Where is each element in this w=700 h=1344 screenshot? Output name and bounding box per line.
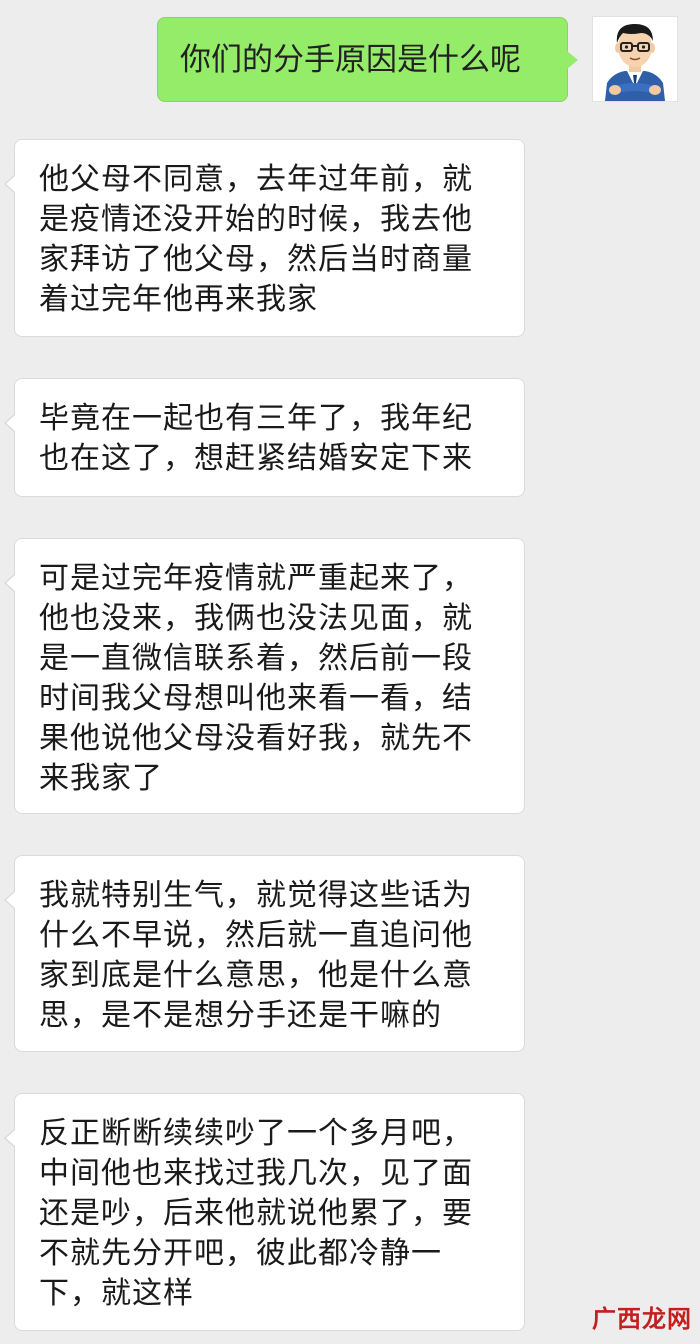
message-line: 是一直微信联系着，然后前一段 xyxy=(39,641,473,676)
message-line: 时间我父母想叫他来看一看，结 xyxy=(39,681,473,716)
message-line: 可是过完年疫情就严重起来了， xyxy=(39,561,473,596)
site-watermark: 广西龙网 xyxy=(592,1298,692,1334)
received-message-bubble[interactable]: 反正断断续续吵了一个多月吧， 中间他也来找过我几次，见了面 还是吵，后来他就说他… xyxy=(4,1093,525,1331)
message-line: 他父母不同意，去年过年前，就 xyxy=(39,162,473,197)
message-line: 他也没来，我俩也没法见面，就 xyxy=(39,601,473,636)
message-line: 我就特别生气，就觉得这些话为 xyxy=(39,878,473,913)
message-line: 思，是不是想分手还是干嘛的 xyxy=(39,998,442,1033)
received-message-bubble[interactable]: 可是过完年疫情就严重起来了， 他也没来，我俩也没法见面，就 是一直微信联系着，然… xyxy=(4,538,525,814)
sent-message-text: 你们的分手原因是什么呢 xyxy=(180,42,521,78)
message-line: 中间他也来找过我几次，见了面 xyxy=(39,1156,473,1191)
received-message-bubble[interactable]: 我就特别生气，就觉得这些话为 什么不早说，然后就一直追问他 家到底是什么意思，他… xyxy=(4,855,525,1052)
message-line: 果他说他父母没看好我，就先不 xyxy=(39,721,473,756)
message-line: 来我家了 xyxy=(39,761,163,796)
message-line: 反正断断续续吵了一个多月吧， xyxy=(39,1116,473,1151)
message-line: 还是吵，后来他就说他累了，要 xyxy=(39,1196,473,1231)
message-line: 也在这了，想赶紧结婚安定下来 xyxy=(39,441,473,476)
message-line: 是疫情还没开始的时候，我去他 xyxy=(39,202,473,237)
message-line: 毕竟在一起也有三年了，我年纪 xyxy=(39,401,473,436)
message-line: 家到底是什么意思，他是什么意 xyxy=(39,958,473,993)
sent-message-bubble[interactable]: 你们的分手原因是什么呢 xyxy=(157,17,578,102)
received-message-bubble[interactable]: 他父母不同意，去年过年前，就 是疫情还没开始的时候，我去他 家拜访了他父母，然后… xyxy=(4,139,525,337)
message-line: 着过完年他再来我家 xyxy=(39,282,318,317)
message-line: 什么不早说，然后就一直追问他 xyxy=(39,918,473,953)
message-line: 家拜访了他父母，然后当时商量 xyxy=(39,242,473,277)
user-avatar[interactable] xyxy=(592,16,678,102)
message-line: 下，就这样 xyxy=(39,1276,194,1311)
message-line: 不就先分开吧，彼此都冷静一 xyxy=(39,1236,442,1271)
cartoon-man-avatar-icon xyxy=(605,23,665,101)
watermark-text: 广西龙网 xyxy=(592,1304,692,1333)
received-message-bubble[interactable]: 毕竟在一起也有三年了，我年纪 也在这了，想赶紧结婚安定下来 xyxy=(4,378,525,497)
